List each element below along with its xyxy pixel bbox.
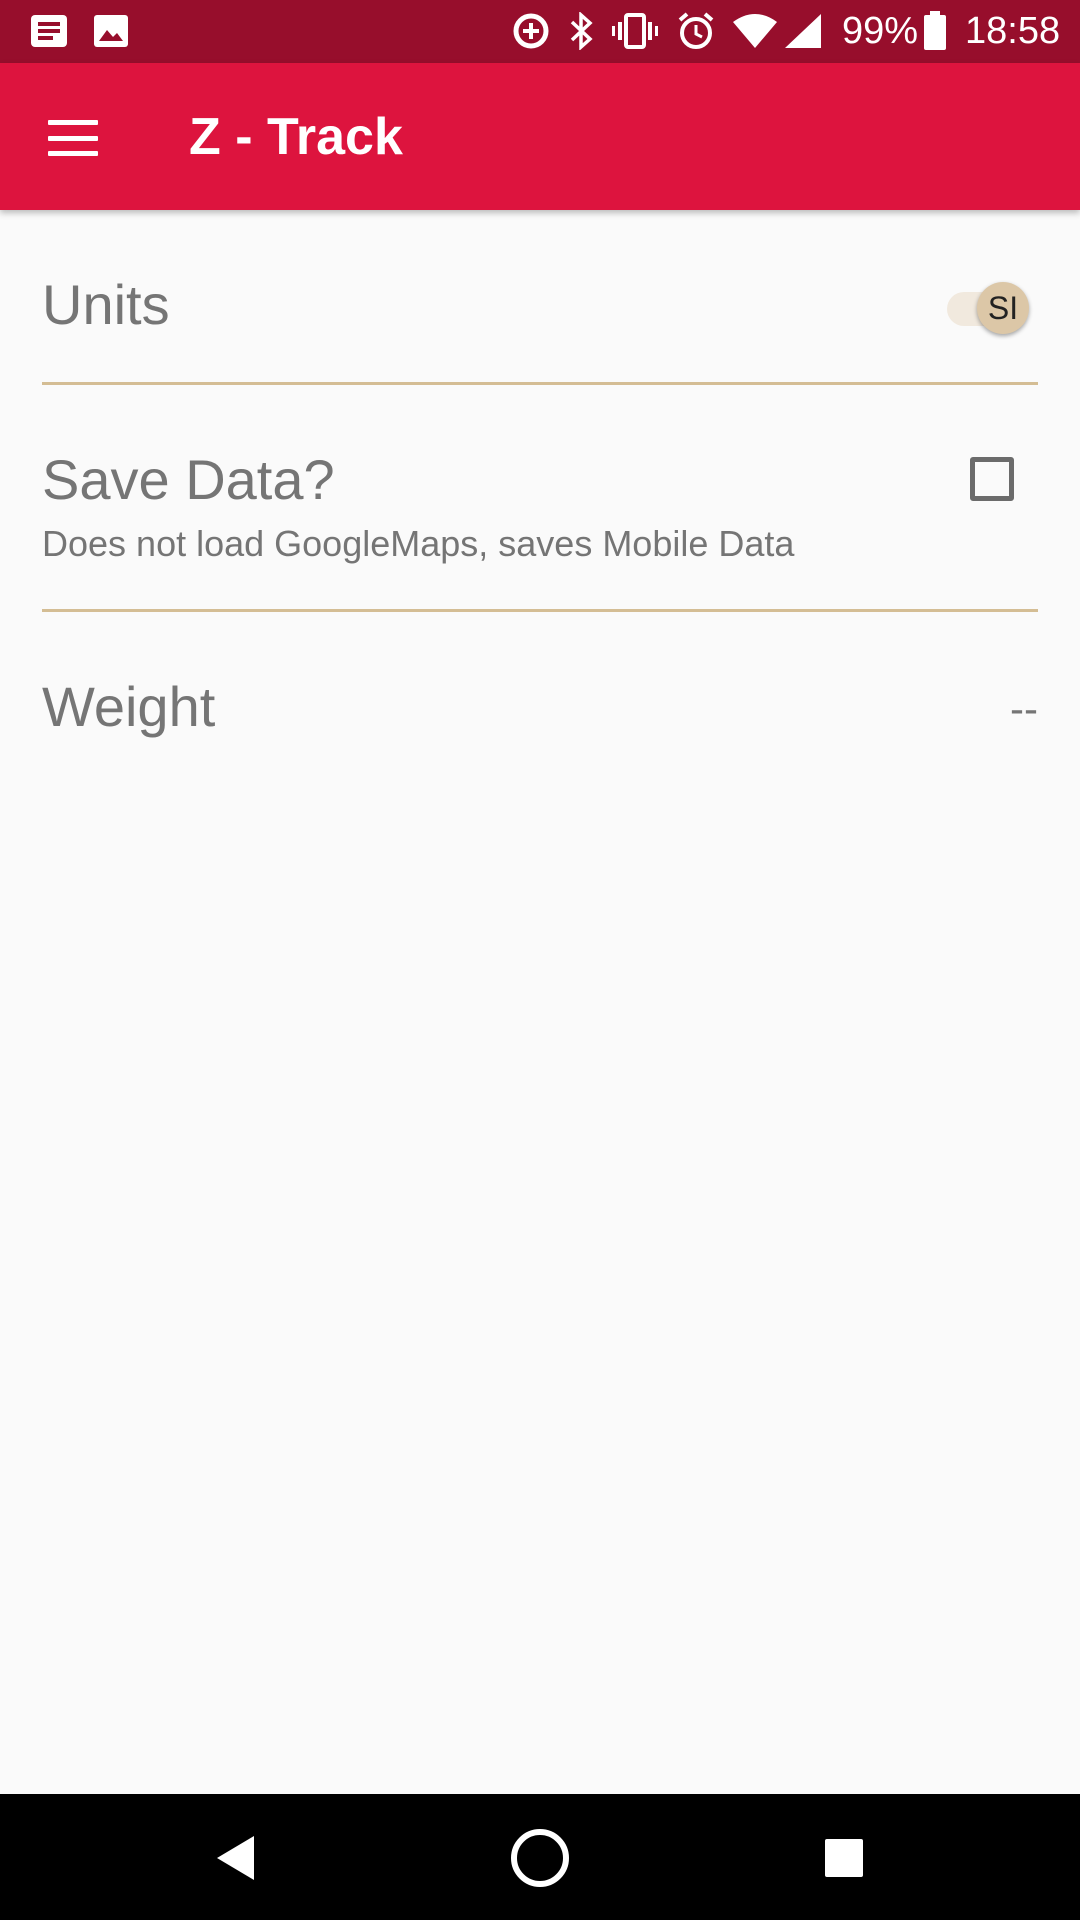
hamburger-menu-icon — [48, 120, 98, 156]
clock: 18:58 — [965, 10, 1061, 52]
bluetooth-icon — [564, 10, 600, 52]
recents-button[interactable] — [804, 1822, 884, 1894]
switch-thumb: SI — [977, 282, 1029, 334]
weight-title: Weight — [42, 675, 216, 738]
weight-value: -- — [1010, 685, 1038, 732]
menu-button[interactable] — [32, 103, 114, 173]
recents-icon — [825, 1839, 863, 1877]
wifi-icon — [730, 10, 780, 52]
status-bar: 99% 18:58 — [0, 0, 1080, 63]
navigation-bar — [0, 1794, 1080, 1920]
app-title: Z - Track — [189, 108, 403, 166]
back-icon — [217, 1836, 254, 1880]
save-data-summary: Does not load GoogleMaps, saves Mobile D… — [42, 523, 795, 564]
battery-icon — [920, 10, 950, 52]
home-icon — [511, 1829, 569, 1887]
notification-news-icon — [28, 10, 70, 52]
home-button[interactable] — [500, 1822, 580, 1894]
notification-image-icon — [90, 10, 132, 52]
divider — [42, 609, 1038, 612]
units-switch[interactable]: SI — [945, 278, 1031, 342]
battery-percent: 99% — [842, 10, 919, 52]
back-button[interactable] — [196, 1822, 276, 1894]
save-data-title: Save Data? — [42, 448, 335, 511]
divider — [42, 382, 1038, 385]
save-data-checkbox[interactable] — [970, 457, 1014, 501]
cellular-signal-icon — [782, 10, 824, 52]
data-saver-icon — [510, 10, 552, 52]
units-title: Units — [42, 273, 170, 336]
vibrate-icon — [610, 10, 660, 52]
app-bar: Z - Track — [0, 63, 1080, 210]
alarm-icon — [674, 10, 718, 52]
